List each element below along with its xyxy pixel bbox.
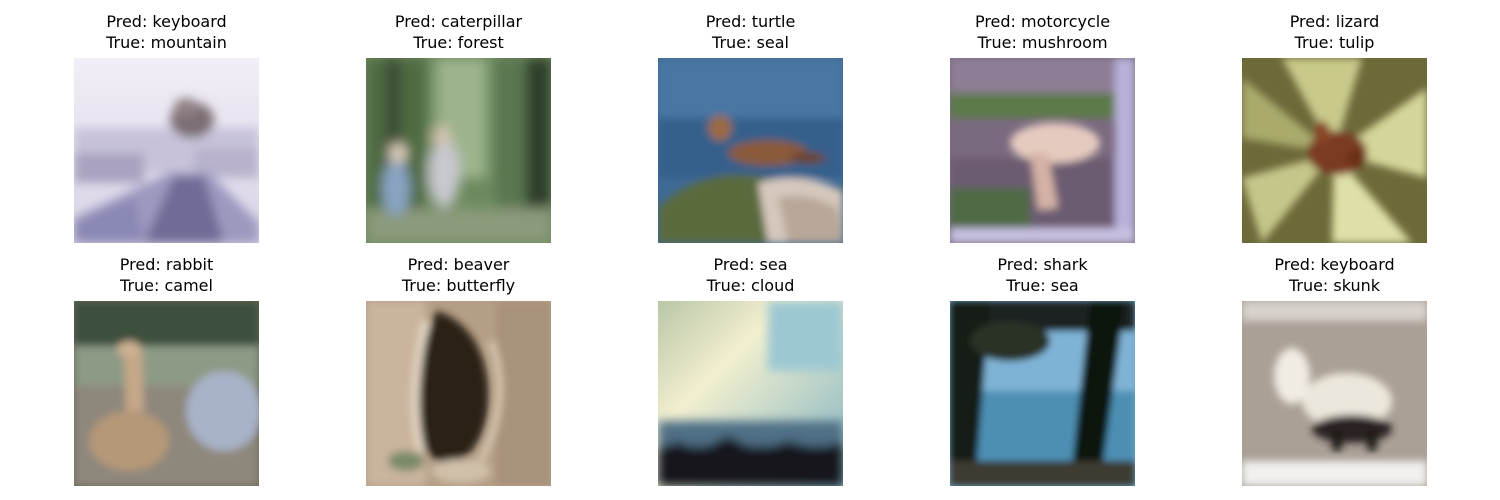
tulip-image [1242, 58, 1427, 243]
seal-image [658, 58, 843, 243]
camel-image [74, 301, 259, 486]
pred-label: Pred: turtle [705, 12, 796, 31]
pred-label: Pred: rabbit [119, 255, 214, 274]
true-label: True: tulip [1294, 32, 1375, 52]
pred-label: Pred: keyboard [106, 12, 227, 31]
panel-caption: Pred: beaver True: butterfly [326, 255, 591, 296]
mushroom-image [950, 58, 1135, 243]
true-label: True: cloud [706, 275, 795, 295]
panel-caption: Pred: shark True: sea [910, 255, 1175, 296]
true-label: True: skunk [1288, 275, 1381, 295]
panel-caption: Pred: turtle True: seal [618, 12, 883, 53]
true-label: True: sea [1006, 275, 1079, 295]
true-label: True: mushroom [977, 32, 1108, 52]
pred-label: Pred: motorcycle [974, 12, 1111, 31]
butterfly-image [366, 301, 551, 486]
pred-label: Pred: beaver [407, 255, 510, 274]
true-label: True: mountain [106, 32, 227, 52]
true-label: True: forest [413, 32, 504, 52]
pred-label: Pred: caterpillar [394, 12, 523, 31]
pred-label: Pred: sea [713, 255, 788, 274]
pred-label: Pred: shark [997, 255, 1088, 274]
pred-label: Pred: keyboard [1274, 255, 1395, 274]
true-label: True: camel [120, 275, 213, 295]
panel-caption: Pred: keyboard True: skunk [1202, 255, 1467, 296]
panel-caption: Pred: rabbit True: camel [34, 255, 299, 296]
forest-image [366, 58, 551, 243]
true-label: True: seal [712, 32, 789, 52]
panel-caption: Pred: motorcycle True: mushroom [910, 12, 1175, 53]
cloud-image [658, 301, 843, 486]
panel-caption: Pred: sea True: cloud [618, 255, 883, 296]
panel-caption: Pred: keyboard True: mountain [34, 12, 299, 53]
panel-caption: Pred: caterpillar True: forest [326, 12, 591, 53]
sea-image [950, 301, 1135, 486]
true-label: True: butterfly [401, 275, 516, 295]
pred-label: Pred: lizard [1289, 12, 1380, 31]
skunk-image [1242, 301, 1427, 486]
panel-caption: Pred: lizard True: tulip [1202, 12, 1467, 53]
mountain-image [74, 58, 259, 243]
